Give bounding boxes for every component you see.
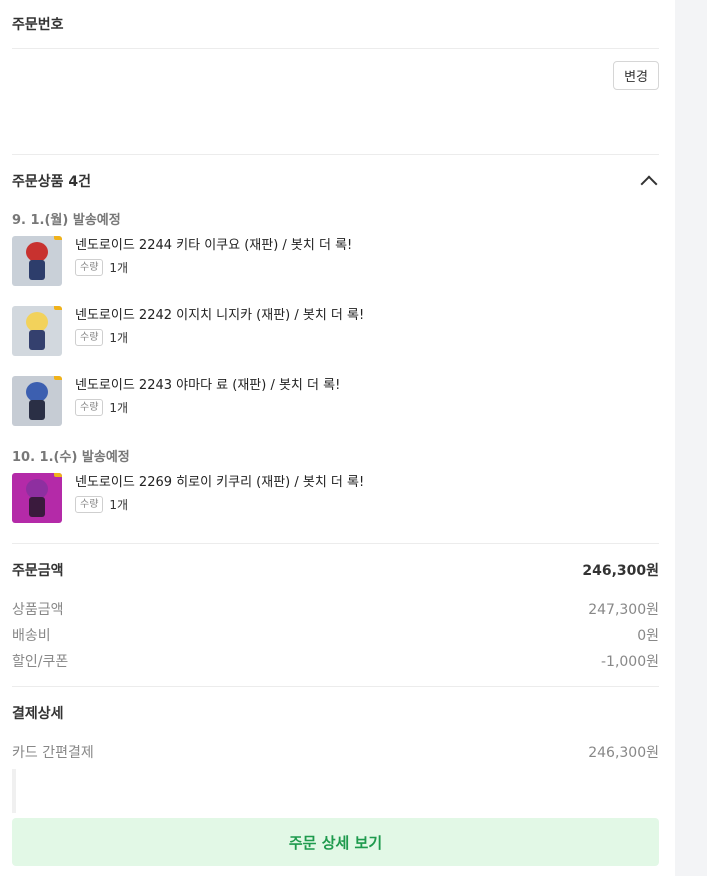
payment-row: 카드 간편결제 246,300원	[12, 739, 659, 765]
summary-row: 상품금액 247,300원	[12, 596, 659, 622]
figure-outfit	[29, 497, 45, 517]
quantity-value: 1개	[109, 498, 129, 512]
figure-hair	[26, 479, 48, 499]
summary-row: 배송비 0원	[12, 622, 659, 648]
right-gutter	[675, 0, 707, 876]
figure-hair	[26, 312, 48, 332]
payment-detail-header: 결제상세	[12, 687, 659, 739]
change-button[interactable]: 변경	[613, 61, 659, 90]
list-item[interactable]: 넨도로이드 2242 이지치 니지카 (재판) / 봇치 더 록! 수량 1개	[12, 306, 659, 356]
figure-outfit	[29, 260, 45, 280]
list-item[interactable]: 넨도로이드 2269 히로이 키쿠리 (재판) / 봇치 더 록! 수량 1개	[12, 473, 659, 523]
product-name: 넨도로이드 2242 이지치 니지카 (재판) / 봇치 더 록!	[75, 308, 365, 323]
order-number-title: 주문번호	[12, 17, 64, 33]
summary-label: 할인/쿠폰	[12, 654, 69, 670]
payment-detail-bar	[12, 769, 16, 813]
list-item[interactable]: 넨도로이드 2243 야마다 료 (재판) / 봇치 더 록! 수량 1개	[12, 376, 659, 426]
quantity-value: 1개	[109, 401, 129, 415]
order-summary-panel: 주문번호 변경 주문상품 4건 9. 1.(월) 발송예정 넨도로이드 2244…	[12, 0, 659, 866]
ship-date-label: 10. 1.(수) 발송예정	[12, 450, 130, 465]
figure-outfit	[29, 330, 45, 350]
quantity-label: 수량	[75, 399, 104, 416]
figure-hair	[26, 382, 48, 402]
product-thumbnail	[12, 473, 62, 523]
product-thumbnail	[12, 376, 62, 426]
summary-row: 할인/쿠폰 -1,000원	[12, 648, 659, 674]
thumbnail-badge	[54, 473, 62, 477]
figure-outfit	[29, 400, 45, 420]
thumbnail-badge	[54, 376, 62, 380]
product-thumbnail	[12, 306, 62, 356]
order-items-title: 주문상품 4건	[12, 174, 92, 190]
product-name: 넨도로이드 2269 히로이 키쿠리 (재판) / 봇치 더 록!	[75, 475, 365, 490]
thumbnail-badge	[54, 236, 62, 240]
quantity-value: 1개	[109, 331, 129, 345]
quantity-label: 수량	[75, 496, 104, 513]
figure-hair	[26, 242, 48, 262]
order-detail-button[interactable]: 주문 상세 보기	[12, 818, 659, 866]
summary-value: -1,000원	[600, 654, 659, 670]
payment-detail-title: 결제상세	[12, 706, 64, 722]
order-amount-header: 주문금액 246,300원	[12, 544, 659, 596]
ship-date-label: 9. 1.(월) 발송예정	[12, 213, 121, 228]
order-items-header[interactable]: 주문상품 4건	[12, 155, 659, 207]
list-item[interactable]: 넨도로이드 2244 키타 이쿠요 (재판) / 봇치 더 록! 수량 1개	[12, 236, 659, 286]
quantity-value: 1개	[109, 261, 129, 275]
order-number-header: 주문번호	[12, 0, 659, 48]
payment-method: 카드 간편결제	[12, 745, 94, 761]
quantity-label: 수량	[75, 259, 104, 276]
summary-label: 상품금액	[12, 602, 64, 618]
product-thumbnail	[12, 236, 62, 286]
summary-value: 0원	[637, 628, 659, 644]
thumbnail-badge	[54, 306, 62, 310]
quantity-label: 수량	[75, 329, 104, 346]
summary-label: 배송비	[12, 628, 51, 644]
order-amount-title: 주문금액	[12, 563, 64, 579]
chevron-up-icon[interactable]	[640, 175, 658, 193]
payment-amount: 246,300원	[588, 745, 659, 761]
order-items-list: 9. 1.(월) 발송예정 넨도로이드 2244 키타 이쿠요 (재판) / 봇…	[12, 209, 659, 523]
product-name: 넨도로이드 2243 야마다 료 (재판) / 봇치 더 록!	[75, 378, 341, 393]
order-total-amount: 246,300원	[582, 563, 659, 579]
product-name: 넨도로이드 2244 키타 이쿠요 (재판) / 봇치 더 록!	[75, 238, 353, 253]
shipping-address-block: 변경	[12, 49, 659, 154]
summary-value: 247,300원	[588, 602, 659, 618]
